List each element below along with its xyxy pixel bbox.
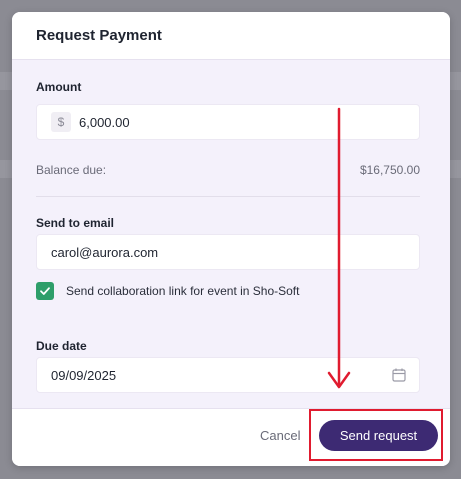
collaboration-checkbox[interactable] — [36, 282, 54, 300]
amount-value: 6,000.00 — [79, 114, 130, 130]
email-label: Send to email — [36, 216, 115, 230]
balance-label: Balance due: — [36, 163, 107, 177]
check-icon — [40, 287, 50, 295]
divider — [36, 196, 420, 197]
due-date-label: Due date — [36, 339, 87, 353]
modal-header: Request Payment — [12, 12, 450, 60]
amount-label: Amount — [36, 80, 82, 94]
request-payment-modal: Request Payment Amount $ 6,000.00 Balanc… — [12, 12, 450, 466]
collaboration-checkbox-row[interactable]: Send collaboration link for event in Sho… — [36, 282, 299, 300]
modal-title: Request Payment — [36, 27, 162, 44]
currency-symbol: $ — [51, 112, 71, 132]
email-field[interactable]: carol@aurora.com — [36, 234, 420, 270]
send-request-button[interactable]: Send request — [319, 420, 438, 451]
balance-value: $16,750.00 — [359, 163, 420, 177]
balance-row: Balance due: $16,750.00 — [36, 163, 420, 177]
email-value: carol@aurora.com — [51, 244, 159, 260]
modal-body: Amount $ 6,000.00 Balance due: $16,750.0… — [12, 60, 450, 408]
due-date-field[interactable]: 09/09/2025 — [36, 357, 420, 393]
modal-footer: Cancel Send request — [12, 408, 450, 466]
cancel-button[interactable]: Cancel — [260, 428, 300, 443]
amount-input[interactable]: $ 6,000.00 — [36, 104, 420, 140]
collaboration-label: Send collaboration link for event in Sho… — [66, 284, 300, 298]
due-date-value: 09/09/2025 — [51, 367, 117, 383]
calendar-icon[interactable] — [391, 367, 407, 383]
